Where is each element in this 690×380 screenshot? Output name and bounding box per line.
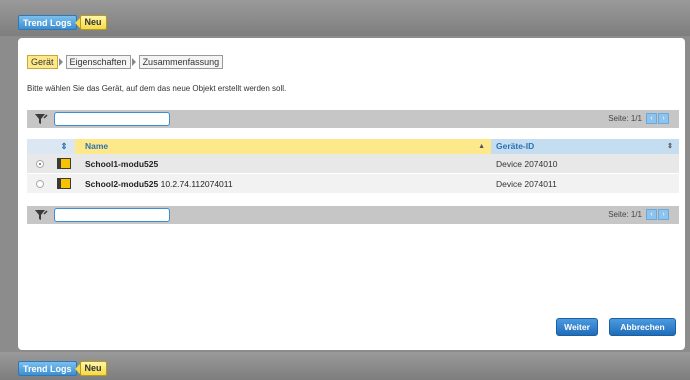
device-id-cell: Device 2074010 — [496, 158, 558, 169]
table-row[interactable]: School1-modu525 Device 2074010 — [27, 154, 679, 174]
top-breadcrumb: Trend Logs Neu — [18, 15, 107, 30]
column-name-label: Name — [85, 141, 109, 151]
device-grid: ⇕ Name ▲ Geräte-ID ⇕ School1-modu525 Dev… — [27, 139, 679, 194]
wizard-steps: Gerät Eigenschaften Zusammenfassung — [27, 55, 227, 69]
instruction-text: Bitte wählen Sie das Gerät, auf dem das … — [27, 84, 287, 93]
cancel-button[interactable]: Abbrechen — [609, 318, 676, 336]
top-bar: Trend Logs Neu — [0, 0, 690, 36]
column-device-id-label: Geräte-ID — [496, 141, 535, 151]
column-header-name[interactable]: Name ▲ — [75, 139, 491, 154]
device-address: 10.2.74.112074011 — [160, 178, 233, 189]
step-properties[interactable]: Eigenschaften — [65, 55, 131, 69]
bottom-breadcrumb: Trend Logs Neu — [18, 361, 107, 376]
breadcrumb-new[interactable]: Neu — [74, 15, 107, 30]
filter-input[interactable] — [54, 208, 170, 222]
filter-bar-top: Seite: 1/1 ‹ › — [27, 110, 679, 128]
column-header-device-id[interactable]: Geräte-ID ⇕ — [491, 139, 679, 154]
pager-next-icon[interactable]: › — [658, 113, 669, 124]
pager-prev-icon[interactable]: ‹ — [646, 113, 657, 124]
breadcrumb-trend-logs[interactable]: Trend Logs — [18, 15, 77, 30]
device-id-cell: Device 2074011 — [496, 178, 557, 189]
device-name: School1-modu525 — [85, 158, 159, 169]
filter-icon[interactable] — [34, 209, 48, 221]
breadcrumb-trend-logs[interactable]: Trend Logs — [18, 361, 77, 376]
pager: ‹ › — [645, 113, 669, 124]
step-arrow-icon — [58, 58, 63, 66]
pager: ‹ › — [645, 209, 669, 220]
filter-input[interactable] — [54, 112, 170, 126]
wizard-panel: Gerät Eigenschaften Zusammenfassung Bitt… — [18, 38, 685, 350]
device-name-cell: School2-modu525 10.2.74.112074011 — [75, 179, 491, 189]
next-button[interactable]: Weiter — [556, 318, 598, 336]
row-radio[interactable] — [36, 159, 44, 168]
sort-icon[interactable]: ⇕ — [53, 139, 75, 154]
grid-header: ⇕ Name ▲ Geräte-ID ⇕ — [27, 139, 679, 154]
filter-bar-bottom: Seite: 1/1 ‹ › — [27, 206, 679, 224]
step-arrow-icon — [131, 58, 136, 66]
pager-next-icon[interactable]: › — [658, 209, 669, 220]
device-name: School2-modu525 — [85, 178, 159, 189]
header-select — [27, 139, 53, 154]
pager-prev-icon[interactable]: ‹ — [646, 209, 657, 220]
filter-icon[interactable] — [34, 113, 48, 125]
bottom-bar: Trend Logs Neu — [0, 352, 690, 380]
row-radio[interactable] — [36, 179, 44, 188]
sort-icon: ⇕ — [667, 143, 673, 150]
step-summary[interactable]: Zusammenfassung — [138, 55, 224, 69]
page-indicator: Seite: 1/1 — [608, 210, 642, 219]
page-indicator: Seite: 1/1 — [608, 114, 642, 123]
step-device[interactable]: Gerät — [27, 55, 58, 69]
device-name-cell: School1-modu525 — [75, 159, 491, 169]
breadcrumb-new[interactable]: Neu — [74, 361, 107, 376]
device-icon — [57, 158, 71, 169]
table-row[interactable]: School2-modu525 10.2.74.112074011 Device… — [27, 174, 679, 194]
sort-ascending-icon: ▲ — [478, 143, 485, 150]
device-icon — [57, 178, 71, 189]
